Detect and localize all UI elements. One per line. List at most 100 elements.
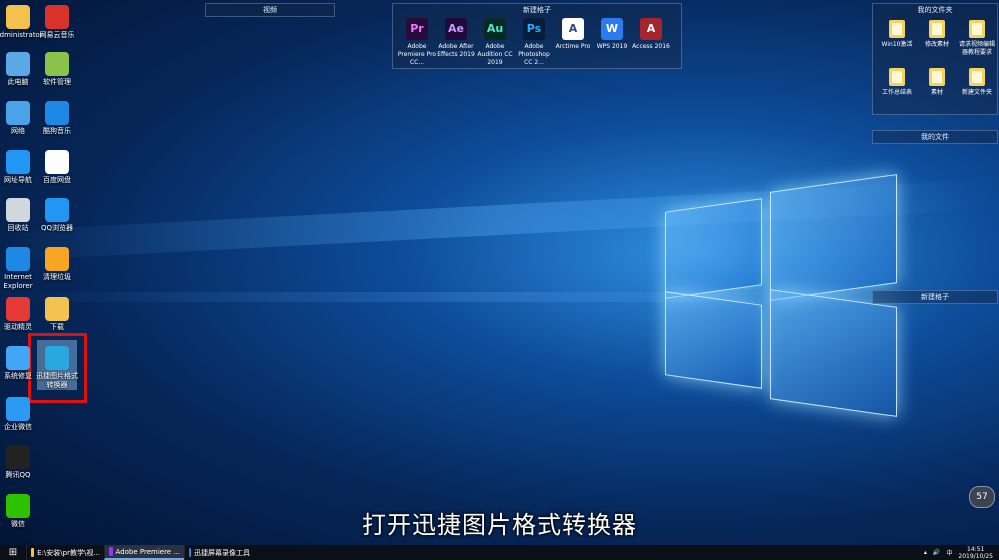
- fence-my-folders[interactable]: 我的文件夹 Win10激活 修改素材 请求视频编辑器教程要求工作总结表 素材 新建文件夹: [872, 3, 998, 115]
- fence-new-grid[interactable]: 新建格子 Pr Adobe Premiere Pro CC... Ae Adobe A…: [392, 3, 682, 69]
- computer-icon: [6, 52, 30, 76]
- taskbar-label: E:\安装\pr教学\视...: [37, 548, 100, 557]
- desktop-icon[interactable]: 清理垃圾: [34, 247, 80, 282]
- desktop-icon-label: 迅捷图片格式转换器: [36, 372, 78, 389]
- netease-music-icon: [45, 5, 69, 29]
- desktop-icon[interactable]: 腾讯QQ: [0, 445, 41, 480]
- fence-title: 我的文件夹: [917, 6, 953, 14]
- logo-pane: [770, 289, 897, 417]
- desktop-icon[interactable]: 百度网盘: [34, 150, 80, 185]
- folder-label: 修改素材: [924, 41, 949, 48]
- volume-icon[interactable]: 🔊: [933, 549, 940, 556]
- folder-icon: [969, 68, 985, 86]
- logo-pane: [665, 198, 762, 299]
- folder-item[interactable]: 素材: [917, 68, 957, 97]
- desktop-icon[interactable]: 软件管理: [34, 52, 80, 87]
- taskbar: ⊞ E:\安装\pr教学\视... Adobe Premiere ... 迅捷屏幕录…: [0, 545, 999, 560]
- ie-nav-icon: [6, 150, 30, 174]
- taskbar-button[interactable]: 迅捷屏幕录像工具: [184, 545, 254, 560]
- qq-icon: [6, 445, 30, 469]
- desktop-icon-label: 下载: [50, 323, 64, 331]
- folder-label: 新建文件夹: [961, 89, 992, 96]
- folder-label: 工作总结表: [881, 89, 912, 96]
- shortcut-icon[interactable]: Au Adobe Audition CC 2019: [475, 18, 515, 67]
- fence-title: 新建格子: [921, 293, 949, 301]
- desktop-icon[interactable]: 网易云音乐: [34, 5, 80, 40]
- fence-title: 视频: [263, 6, 277, 14]
- system-tray: ▴ 🔊 中 14:51 2019/10/25: [924, 546, 999, 560]
- folder-icon: [929, 20, 945, 38]
- fence-new-grid-2[interactable]: 新建格子: [872, 290, 998, 304]
- taskbar-label: Adobe Premiere ...: [115, 547, 181, 556]
- desktop-icon[interactable]: 下载: [34, 297, 80, 332]
- shortcut-label: Arctime Pro: [555, 43, 591, 50]
- image-converter-icon: [45, 346, 69, 370]
- driver-genius-icon: [6, 297, 30, 321]
- clean-trash-icon: [45, 247, 69, 271]
- app-logo-icon: Ae: [445, 18, 467, 40]
- wecom-icon: [6, 397, 30, 421]
- internet-explorer-icon: [6, 247, 30, 271]
- clock-date: 2019/10/25: [958, 552, 993, 560]
- desktop-icon-label: 软件管理: [43, 78, 71, 86]
- shortcut-label: Adobe Premiere Pro CC...: [397, 43, 437, 66]
- shortcut-icon[interactable]: Pr Adobe Premiere Pro CC...: [397, 18, 437, 67]
- desktop-icon-label: 百度网盘: [43, 176, 71, 184]
- ime-indicator[interactable]: 中: [946, 548, 952, 557]
- folder-item[interactable]: 请求视频编辑器教程要求: [957, 20, 997, 57]
- desktop-icon[interactable]: QQ浏览器: [34, 198, 80, 233]
- shortcut-icon[interactable]: Ae Adobe After Effects 2019: [436, 18, 476, 59]
- desktop-icon[interactable]: 迅捷图片格式转换器: [34, 346, 80, 390]
- taskbar-label: 迅捷屏幕录像工具: [194, 548, 250, 557]
- shortcut-icon[interactable]: A Arctime Pro: [553, 18, 593, 51]
- app-logo-icon: Ps: [523, 18, 545, 40]
- desktop-icon-label: 腾讯QQ: [5, 471, 31, 479]
- fence-my-files[interactable]: 我的文件: [872, 130, 998, 144]
- shortcut-label: Adobe Audition CC 2019: [477, 43, 513, 66]
- counter-badge[interactable]: 57: [969, 486, 995, 508]
- folder-icon: [889, 20, 905, 38]
- folder-label: 素材: [930, 89, 943, 96]
- folder-label: Win10激活: [881, 41, 913, 48]
- kugou-music-icon: [45, 101, 69, 125]
- shortcut-icon[interactable]: A Access 2016: [631, 18, 671, 51]
- desktop-icon-label: 网易云音乐: [39, 31, 75, 39]
- download-folder-icon: [45, 297, 69, 321]
- fence-shipin[interactable]: 视频: [205, 3, 335, 17]
- shortcut-label: Adobe After Effects 2019: [437, 43, 475, 58]
- desktop-icon-label: 酷狗音乐: [43, 127, 71, 135]
- folder-item[interactable]: 工作总结表: [877, 68, 917, 97]
- shortcut-icon[interactable]: Ps Adobe Photoshop CC 2...: [514, 18, 554, 67]
- app-logo-icon: A: [640, 18, 662, 40]
- baidu-pan-icon: [45, 150, 69, 174]
- taskbar-button[interactable]: E:\安装\pr教学\视...: [26, 545, 104, 560]
- software-manager-icon: [45, 52, 69, 76]
- tray-arrow-icon[interactable]: ▴: [924, 549, 927, 556]
- folder-item[interactable]: 新建文件夹: [957, 68, 997, 97]
- qq-browser-icon: [45, 198, 69, 222]
- desktop-icon-label: 清理垃圾: [43, 273, 71, 281]
- folder-icon: [929, 68, 945, 86]
- folder-label: 请求视频编辑器教程要求: [958, 41, 995, 56]
- shortcut-icon[interactable]: W WPS 2019: [592, 18, 632, 51]
- folder-icon: [889, 68, 905, 86]
- app-logo-icon: A: [562, 18, 584, 40]
- taskbar-app-icon: [31, 548, 35, 557]
- folder-item[interactable]: 修改素材: [917, 20, 957, 49]
- desktop-icon[interactable]: 企业微信: [0, 397, 41, 432]
- app-logo-icon: Pr: [406, 18, 428, 40]
- fence-title: 我的文件: [921, 133, 949, 141]
- user-folder-icon: [6, 5, 30, 29]
- folder-item[interactable]: Win10激活: [877, 20, 917, 49]
- shortcut-label: WPS 2019: [596, 43, 628, 50]
- clock-time: 14:51: [967, 545, 985, 553]
- taskbar-button[interactable]: Adobe Premiere ...: [104, 545, 184, 560]
- app-logo-icon: W: [601, 18, 623, 40]
- start-button[interactable]: ⊞: [0, 545, 26, 560]
- windows-start-icon: ⊞: [8, 547, 18, 558]
- taskbar-app-icon: [109, 547, 113, 556]
- desktop-icon-label: QQ浏览器: [40, 224, 74, 232]
- desktop-icon[interactable]: 酷狗音乐: [34, 101, 80, 136]
- desktop-icon-label: 企业微信: [4, 423, 32, 431]
- clock[interactable]: 14:51 2019/10/25: [958, 546, 993, 560]
